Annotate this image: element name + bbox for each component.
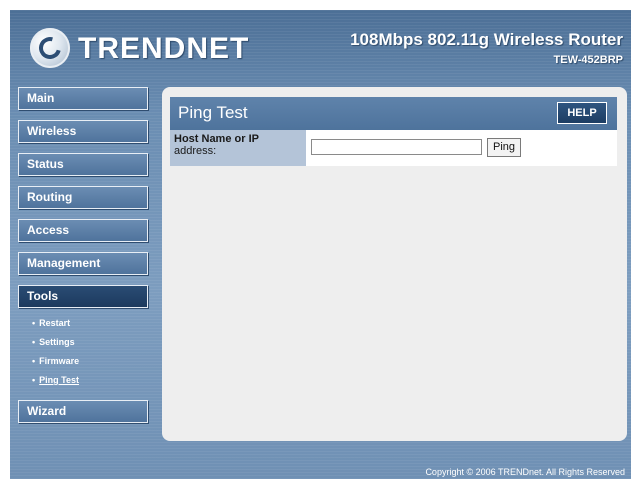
sidebar-item-wizard[interactable]: Wizard xyxy=(18,400,148,423)
submenu-item-restart[interactable]: • Restart xyxy=(18,314,148,333)
sidebar-item-access[interactable]: Access xyxy=(18,219,148,242)
submenu-item-firmware[interactable]: • Firmware xyxy=(18,352,148,371)
sidebar-item-status[interactable]: Status xyxy=(18,153,148,176)
ping-button[interactable]: Ping xyxy=(487,138,521,157)
bullet-icon: • xyxy=(32,375,36,385)
sidebar-item-routing[interactable]: Routing xyxy=(18,186,148,209)
bullet-icon: • xyxy=(32,356,36,366)
sidebar-item-main[interactable]: Main xyxy=(18,87,148,110)
trendnet-logo-icon xyxy=(30,28,70,68)
content-panel: Ping Test HELP Host Name or IP address: … xyxy=(162,87,627,441)
tools-submenu: • Restart • Settings • Firmware • Ping Test xyxy=(18,314,148,390)
submenu-item-ping-test[interactable]: • Ping Test xyxy=(18,371,148,390)
copyright-footer: Copyright © 2006 TRENDnet. All Rights Re… xyxy=(425,467,625,477)
model-number: TEW-452BRP xyxy=(553,54,623,66)
host-form-row: Host Name or IP address: Ping xyxy=(170,130,617,166)
sidebar-item-management[interactable]: Management xyxy=(18,252,148,275)
host-value-cell: Ping xyxy=(306,130,617,166)
logo-text: TRENDNET xyxy=(78,32,250,65)
bullet-icon: • xyxy=(32,318,36,328)
host-label-line2: address: xyxy=(174,145,217,157)
help-button[interactable]: HELP xyxy=(557,102,607,124)
host-label: Host Name or IP address: xyxy=(170,130,306,166)
page-title: Ping Test xyxy=(178,103,248,122)
bullet-icon: • xyxy=(32,337,36,347)
submenu-item-settings[interactable]: • Settings xyxy=(18,333,148,352)
host-input[interactable] xyxy=(311,139,482,155)
product-title: 108Mbps 802.11g Wireless Router xyxy=(350,30,623,49)
sidebar: Main Wireless Status Routing Access Mana… xyxy=(18,87,148,433)
sidebar-item-tools[interactable]: Tools xyxy=(18,285,148,308)
host-label-line1: Host Name or IP xyxy=(174,133,259,145)
sidebar-item-wireless[interactable]: Wireless xyxy=(18,120,148,143)
panel-header: Ping Test HELP xyxy=(170,97,617,130)
header: TRENDNET 108Mbps 802.11g Wireless Router… xyxy=(10,10,631,88)
router-frame: TRENDNET 108Mbps 802.11g Wireless Router… xyxy=(10,10,631,479)
